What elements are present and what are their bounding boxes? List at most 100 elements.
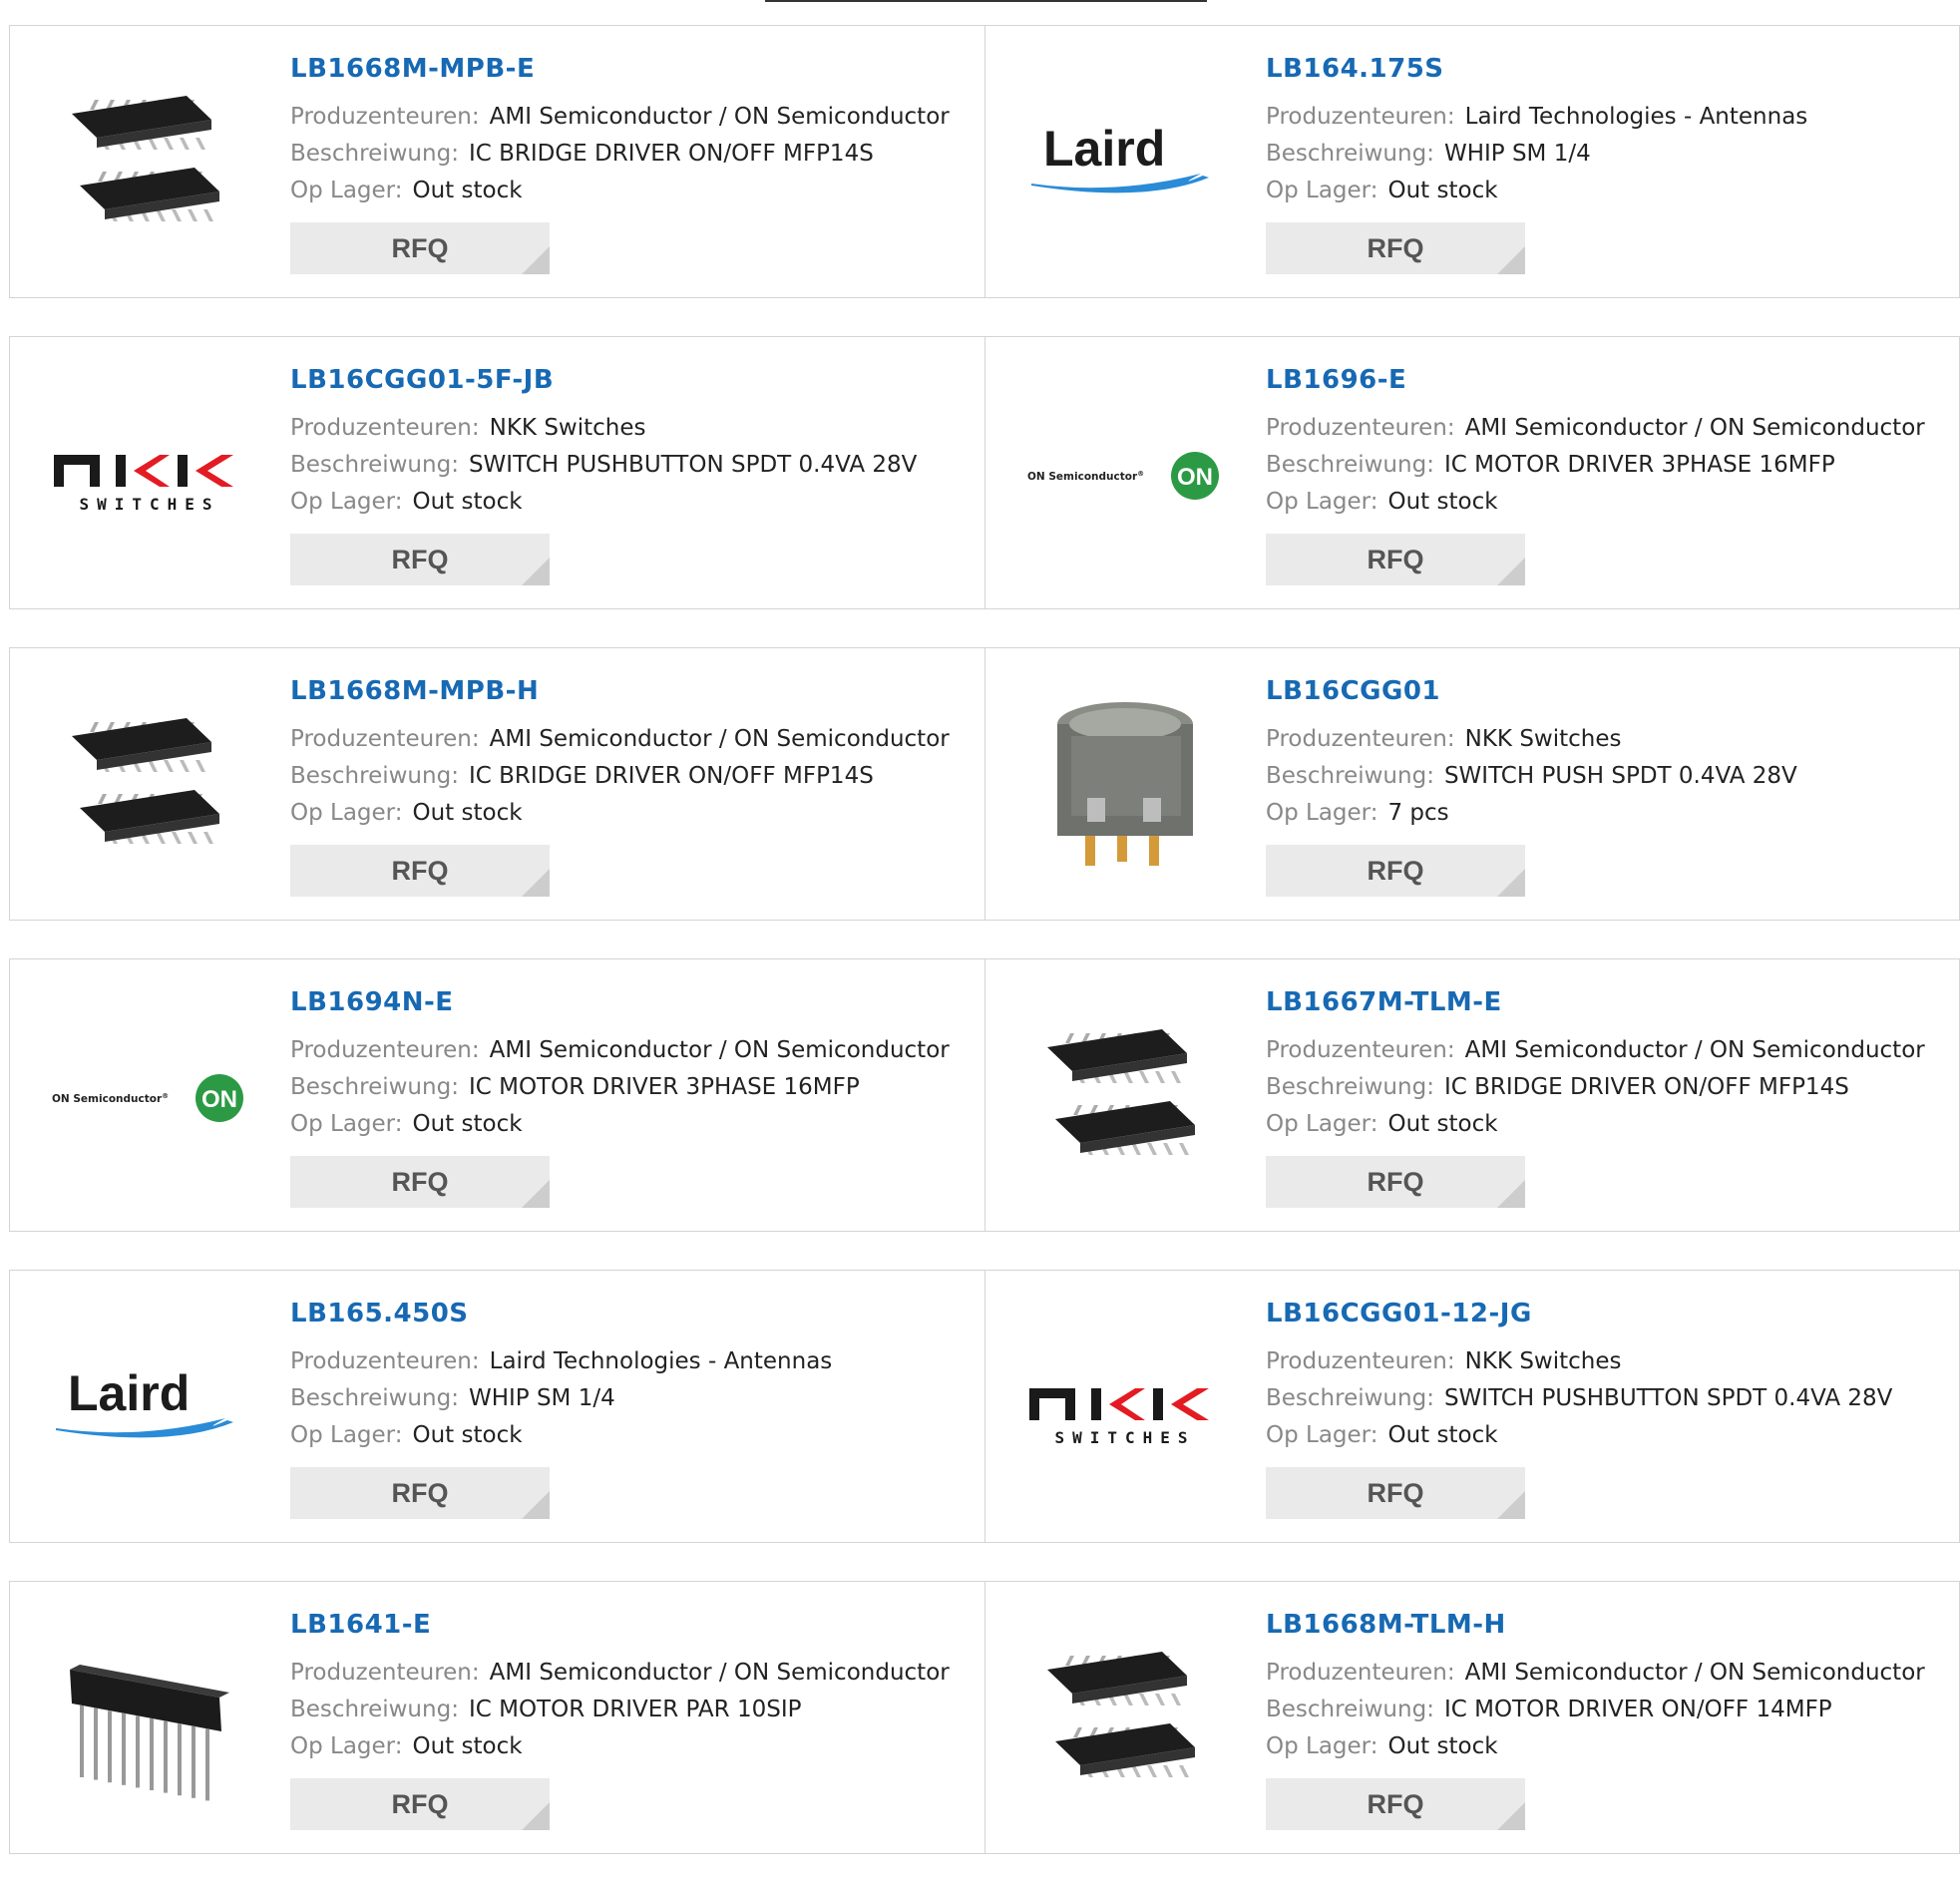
soic14-chip-icon[interactable] [1024,1619,1226,1820]
product-part-number-link[interactable]: LB1668M-MPB-E [290,53,975,85]
product-part-number-link[interactable]: LB1668M-TLM-H [1266,1609,1949,1641]
description-line: Beschreiwung: SWITCH PUSHBUTTON SPDT 0.4V… [290,447,975,484]
rfq-button[interactable]: RFQ [1266,1467,1525,1519]
product-part-number-link[interactable]: LB165.450S [290,1298,975,1329]
manufacturer-line: Produzenteuren: Laird Technologies - Ante… [1266,99,1949,136]
description-line: Beschreiwung: IC BRIDGE DRIVER ON/OFF MFP… [290,758,975,795]
rfq-button[interactable]: RFQ [290,222,550,274]
nkk-logo[interactable]: SWITCHES [49,374,250,575]
rfq-button[interactable]: RFQ [290,845,550,897]
description-value: SWITCH PUSHBUTTON SPDT 0.4VA 28V [1443,1385,1893,1411]
stock-label: Op Lager: [290,178,403,203]
product-part-number-link[interactable]: LB1641-E [290,1609,975,1641]
rfq-corner-triangle [1497,1491,1525,1519]
on-semi-logo[interactable]: ON Semiconductor® ON [49,996,250,1198]
stock-line: Op Lager: Out stock [290,1106,975,1143]
product-info: LB16CGG01-12-JG Produzenteuren: NKK Switc… [1266,1298,1949,1519]
description-label: Beschreiwung: [1266,141,1434,167]
product-part-number-link[interactable]: LB16CGG01 [1266,675,1949,707]
manufacturer-line: Produzenteuren: AMI Semiconductor / ON Se… [1266,1032,1949,1069]
manufacturer-line: Produzenteuren: AMI Semiconductor / ON Se… [290,1655,975,1692]
description-value: IC MOTOR DRIVER ON/OFF 14MFP [1443,1697,1832,1722]
rfq-button[interactable]: RFQ [290,1156,550,1208]
product-part-number-link[interactable]: LB16CGG01-5F-JB [290,364,975,396]
rfq-button-label: RFQ [1367,1477,1424,1508]
manufacturer-value: Laird Technologies - Antennas [1464,104,1808,130]
svg-text:SWITCHES: SWITCHES [79,495,219,514]
stock-value: Out stock [412,1733,523,1759]
manufacturer-label: Produzenteuren: [1266,1660,1455,1686]
rfq-button[interactable]: RFQ [290,1467,550,1519]
stock-value: Out stock [1387,1111,1498,1137]
product-info: LB1696-E Produzenteuren: AMI Semiconducto… [1266,364,1949,585]
product-info: LB1694N-E Produzenteuren: AMI Semiconduct… [290,986,975,1208]
stock-line: Op Lager: Out stock [290,173,975,209]
rfq-button[interactable]: RFQ [1266,1778,1525,1830]
rfq-button-label: RFQ [391,1788,449,1819]
product-card: LB16CGG01 Produzenteuren: NKK Switches Be… [984,648,1959,920]
sip10-chip-icon[interactable] [49,1619,250,1820]
product-info: LB165.450S Produzenteuren: Laird Technolo… [290,1298,975,1519]
product-card: ON Semiconductor® ON LB1696-E Produzente… [984,337,1959,608]
nkk-logo[interactable]: SWITCHES [1024,1308,1226,1509]
stock-value: Out stock [1387,489,1498,515]
soic14-chip-icon[interactable] [1024,996,1226,1198]
product-info: LB164.175S Produzenteuren: Laird Technolo… [1266,53,1949,274]
stock-label: Op Lager: [290,489,403,515]
manufacturer-line: Produzenteuren: AMI Semiconductor / ON Se… [1266,1655,1949,1692]
rfq-button[interactable]: RFQ [1266,534,1525,585]
rfq-corner-triangle [522,1802,550,1830]
manufacturer-value: NKK Switches [1464,1348,1622,1374]
description-line: Beschreiwung: IC MOTOR DRIVER 3PHASE 16MF… [1266,447,1949,484]
rfq-button[interactable]: RFQ [1266,845,1525,897]
stock-label: Op Lager: [1266,178,1378,203]
product-row: LB1641-E Produzenteuren: AMI Semiconducto… [9,1581,1960,1854]
rfq-corner-triangle [522,558,550,585]
stock-line: Op Lager: Out stock [1266,173,1949,209]
stock-value: Out stock [1387,1422,1498,1448]
soic14-chip-icon[interactable] [49,685,250,887]
description-line: Beschreiwung: WHIP SM 1/4 [290,1380,975,1417]
laird-logo[interactable]: Laird [49,1308,250,1509]
description-value: IC MOTOR DRIVER 3PHASE 16MFP [468,1074,860,1100]
stock-label: Op Lager: [1266,1733,1378,1759]
product-card: ON Semiconductor® ON LB1694N-E Produzent… [10,959,984,1231]
pushbutton-switch-icon[interactable] [1024,685,1226,887]
rfq-corner-triangle [1497,869,1525,897]
on-semi-logo[interactable]: ON Semiconductor® ON [1024,374,1226,575]
stock-value: Out stock [412,1422,523,1448]
rfq-button[interactable]: RFQ [1266,1156,1525,1208]
product-part-number-link[interactable]: LB1694N-E [290,986,975,1018]
manufacturer-value: AMI Semiconductor / ON Semiconductor [489,1037,950,1063]
description-label: Beschreiwung: [290,141,459,167]
rfq-corner-triangle [1497,1180,1525,1208]
soic14-chip-icon[interactable] [49,63,250,264]
product-card: LB1668M-MPB-E Produzenteuren: AMI Semicon… [10,26,984,297]
product-info: LB1641-E Produzenteuren: AMI Semiconducto… [290,1609,975,1830]
stock-label: Op Lager: [290,1733,403,1759]
product-part-number-link[interactable]: LB16CGG01-12-JG [1266,1298,1949,1329]
product-card: LB1668M-MPB-H Produzenteuren: AMI Semicon… [10,648,984,920]
rfq-button[interactable]: RFQ [290,1778,550,1830]
product-part-number-link[interactable]: LB1667M-TLM-E [1266,986,1949,1018]
rfq-button[interactable]: RFQ [290,534,550,585]
manufacturer-value: AMI Semiconductor / ON Semiconductor [1464,1660,1925,1686]
product-part-number-link[interactable]: LB1696-E [1266,364,1949,396]
product-part-number-link[interactable]: LB1668M-MPB-H [290,675,975,707]
stock-value: Out stock [1387,1733,1498,1759]
description-line: Beschreiwung: WHIP SM 1/4 [1266,136,1949,173]
product-info: LB16CGG01 Produzenteuren: NKK Switches Be… [1266,675,1949,897]
svg-text:ON: ON [201,1086,237,1113]
rfq-corner-triangle [522,869,550,897]
laird-logo[interactable]: Laird [1024,63,1226,264]
manufacturer-label: Produzenteuren: [1266,1037,1455,1063]
manufacturer-value: AMI Semiconductor / ON Semiconductor [489,726,950,752]
rfq-corner-triangle [522,1491,550,1519]
stock-line: Op Lager: Out stock [290,484,975,521]
rfq-button[interactable]: RFQ [1266,222,1525,274]
description-value: IC BRIDGE DRIVER ON/OFF MFP14S [468,141,874,167]
stock-value: Out stock [1387,178,1498,203]
product-part-number-link[interactable]: LB164.175S [1266,53,1949,85]
stock-label: Op Lager: [290,800,403,826]
stock-line: Op Lager: Out stock [1266,1728,1949,1765]
